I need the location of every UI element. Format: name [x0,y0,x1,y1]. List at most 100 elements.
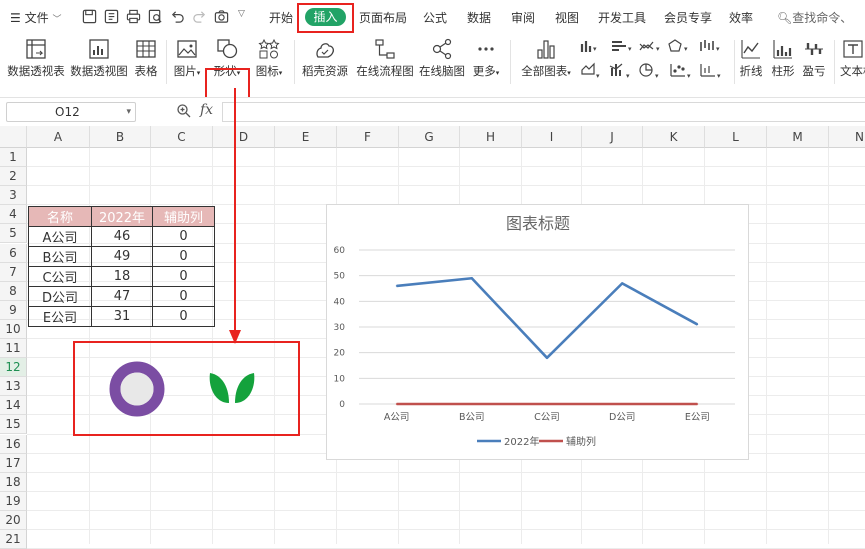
select-all-corner[interactable] [0,126,27,148]
table-cell[interactable]: D公司 [28,286,92,307]
sparkline-line-button[interactable]: 折线 [737,38,765,79]
row-header-9[interactable]: 9 [0,300,27,320]
table-cell[interactable]: 18 [91,266,153,287]
row-header-17[interactable]: 17 [0,453,27,473]
tab-review[interactable]: 审阅 [511,9,535,26]
column-header-d[interactable]: D [213,126,275,148]
table-header-cell[interactable]: 2022年 [91,206,153,227]
tab-data[interactable]: 数据 [467,9,491,26]
print-icon[interactable] [126,9,141,24]
all-charts-icon [537,40,555,59]
column-header-b[interactable]: B [90,126,151,148]
table-header-cell[interactable]: 辅助列 [152,206,215,227]
save-icon[interactable] [82,9,97,24]
row-header-10[interactable]: 10 [0,319,27,339]
row-header-21[interactable]: 21 [0,530,27,549]
table-cell[interactable]: 47 [91,286,153,307]
grid-line [27,529,865,530]
pivot-table-button[interactable]: 数据透视表 [7,38,65,79]
table-cell[interactable]: 31 [91,306,153,327]
quick-access-dropdown-icon[interactable]: ▽ [238,9,245,19]
column-header-m[interactable]: M [767,126,829,148]
table-cell[interactable]: 49 [91,246,153,267]
column-header-n[interactable]: N [829,126,865,148]
row-header-7[interactable]: 7 [0,262,27,282]
table-cell[interactable]: 0 [152,306,215,327]
tab-view[interactable]: 视图 [555,9,579,26]
table-cell[interactable]: 0 [152,286,215,307]
docer-icon [316,43,335,58]
table-cell[interactable]: 0 [152,266,215,287]
tab-efficiency[interactable]: 效率 [729,9,753,26]
row-header-16[interactable]: 16 [0,434,27,454]
row-header-3[interactable]: 3 [0,186,27,206]
table-cell[interactable]: C公司 [28,266,92,287]
formula-input[interactable] [222,102,865,122]
redo-icon[interactable] [192,9,207,24]
column-header-h[interactable]: H [460,126,522,148]
picture-button[interactable]: 图片▾ [172,38,202,79]
textbox-button[interactable]: 文本框 [840,38,865,79]
icons-icon [258,38,280,59]
row-header-2[interactable]: 2 [0,167,27,187]
export-pdf-icon[interactable] [104,9,119,24]
tab-member[interactable]: 会员专享 [664,9,712,26]
command-search[interactable]: 🔍︎查找命令、 [777,9,852,26]
row-header-20[interactable]: 20 [0,510,27,530]
file-menu[interactable]: ☰ 文件 ﹀ [10,9,61,26]
tab-page-layout[interactable]: 页面布局 [359,9,407,26]
row-header-14[interactable]: 14 [0,396,27,416]
icons-button[interactable]: 图标▾ [252,38,286,79]
pivot-chart-button[interactable]: 数据透视图 [70,38,128,79]
row-header-8[interactable]: 8 [0,281,27,301]
column-header-i[interactable]: I [522,126,582,148]
row-header-4[interactable]: 4 [0,205,27,225]
tab-developer[interactable]: 开发工具 [598,9,646,26]
row-header-6[interactable]: 6 [0,243,27,263]
fx-icon[interactable]: fx [200,102,213,118]
column-header-c[interactable]: C [151,126,213,148]
docer-resources-button[interactable]: 稻壳资源 [301,38,349,79]
row-header-5[interactable]: 5 [0,224,27,244]
tab-formulas[interactable]: 公式 [423,9,447,26]
sparkline-winloss-button[interactable]: 盈亏 [800,38,828,79]
tab-home[interactable]: 开始 [269,9,293,26]
row-header-11[interactable]: 11 [0,339,27,359]
row-header-13[interactable]: 13 [0,377,27,397]
more-button[interactable]: 更多▾ [470,38,502,79]
column-header-k[interactable]: K [643,126,705,148]
column-header-g[interactable]: G [399,126,460,148]
table-button[interactable]: 表格 [132,38,160,79]
online-mindmap-button[interactable]: 在线脑图 [418,38,466,79]
column-header-j[interactable]: J [582,126,643,148]
row-header-19[interactable]: 19 [0,491,27,511]
column-header-e[interactable]: E [275,126,337,148]
column-header-l[interactable]: L [705,126,767,148]
table-cell[interactable]: A公司 [28,226,92,247]
row-header-1[interactable]: 1 [0,148,27,168]
zoom-icon[interactable] [176,103,192,119]
table-cell[interactable]: B公司 [28,246,92,267]
camera-icon[interactable] [214,9,229,24]
column-header-a[interactable]: A [27,126,90,148]
line-chart[interactable]: 图表标题 0 10 20 30 40 50 60 A公司 B公司 C公司 D公司 E公司 2022年 辅助列 [326,204,749,460]
undo-icon[interactable] [170,9,185,24]
table-cell[interactable]: 0 [152,226,215,247]
all-charts-button[interactable]: 全部图表▾ [519,38,573,79]
row-header-18[interactable]: 18 [0,472,27,492]
name-box[interactable]: O12 ▾ [6,102,136,122]
column-header-f[interactable]: F [337,126,399,148]
row-header-12[interactable]: 12 [0,358,27,378]
table-row: D公司 47 0 [28,286,215,307]
online-flowchart-button[interactable]: 在线流程图 [356,38,414,79]
row-header-15[interactable]: 15 [0,415,27,435]
chart-type-icons[interactable]: ▾ ▾ ▾ ▾ ▾ ▾ ▾ ▾ ▾ ▾ [580,38,730,86]
leaf-shape[interactable] [207,367,257,405]
print-preview-icon[interactable] [148,9,163,24]
sparkline-column-button[interactable]: 柱形 [769,38,797,79]
table-cell[interactable]: 0 [152,246,215,267]
table-header-cell[interactable]: 名称 [28,206,92,227]
table-cell[interactable]: 46 [91,226,153,247]
donut-shape[interactable] [108,360,166,418]
table-cell[interactable]: E公司 [28,306,92,327]
